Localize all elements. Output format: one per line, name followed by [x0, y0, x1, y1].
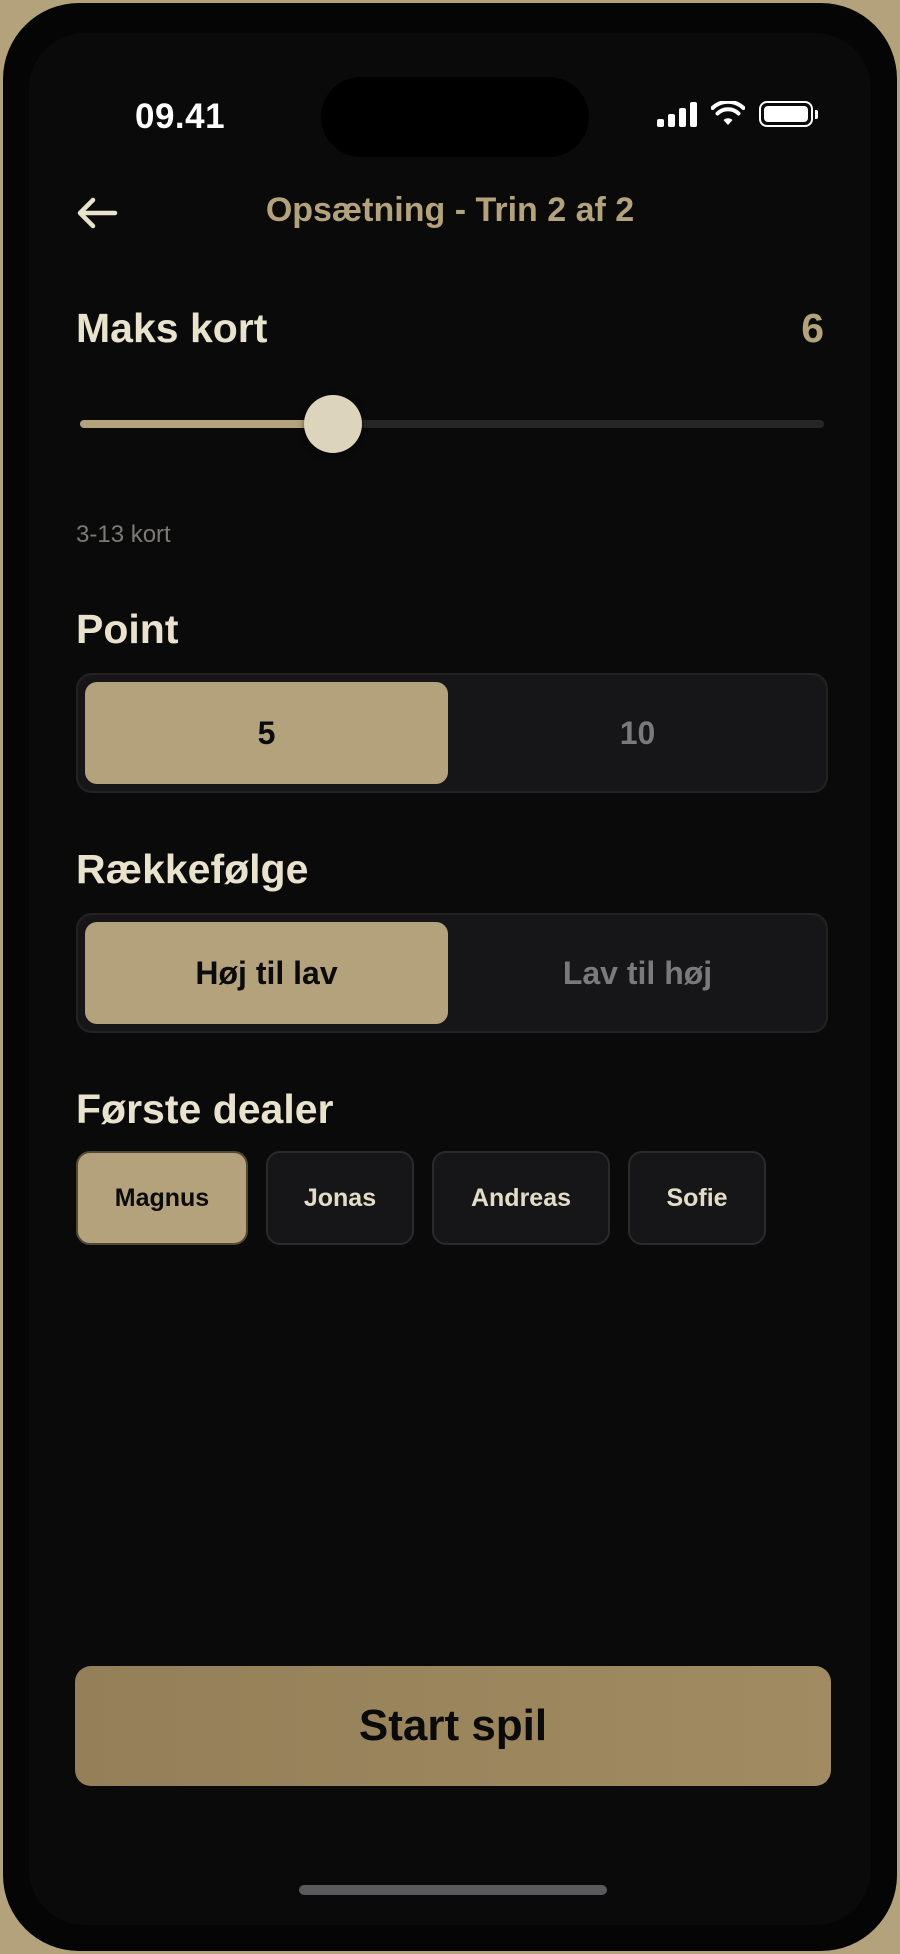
max-cards-range-hint: 3-13 kort: [76, 521, 171, 548]
app-screen: 09.41 Opsætning - Trin 2 af 2 Maks kort …: [29, 33, 871, 1925]
order-option-high-to-low[interactable]: Høj til lav: [85, 922, 448, 1024]
dealer-chip-sofie[interactable]: Sofie: [628, 1151, 766, 1245]
dealer-chip-jonas[interactable]: Jonas: [266, 1151, 414, 1245]
home-indicator: [299, 1885, 607, 1895]
order-segmented-control: Høj til lav Lav til høj: [76, 913, 828, 1033]
order-option-low-to-high[interactable]: Lav til høj: [456, 922, 819, 1024]
max-cards-slider[interactable]: [80, 395, 824, 453]
slider-thumb[interactable]: [303, 395, 362, 453]
phone-bezel: 09.41 Opsætning - Trin 2 af 2 Maks kort …: [3, 3, 897, 1951]
points-segmented-control: 5 10: [76, 673, 828, 793]
status-time: 09.41: [135, 97, 226, 136]
max-cards-value: 6: [801, 305, 824, 351]
phone-frame: 09.41 Opsætning - Trin 2 af 2 Maks kort …: [0, 0, 900, 1954]
points-label: Point: [76, 606, 179, 652]
order-label: Rækkefølge: [76, 846, 309, 892]
battery-icon: [759, 101, 818, 127]
start-game-button[interactable]: Start spil: [75, 1666, 831, 1786]
dynamic-island: [321, 77, 589, 157]
points-option-5[interactable]: 5: [85, 682, 448, 784]
dealer-chip-andreas[interactable]: Andreas: [432, 1151, 610, 1245]
cellular-signal-icon: [657, 101, 697, 127]
max-cards-label: Maks kort: [76, 305, 268, 351]
first-dealer-label: Første dealer: [76, 1086, 334, 1132]
dealer-chip-magnus[interactable]: Magnus: [76, 1151, 248, 1245]
page-title: Opsætning - Trin 2 af 2: [265, 191, 635, 229]
points-option-10[interactable]: 10: [456, 682, 819, 784]
status-icons: [657, 101, 818, 127]
dealer-chip-group: Magnus Jonas Andreas Sofie: [76, 1151, 766, 1245]
slider-fill: [80, 420, 333, 428]
wifi-icon: [711, 101, 745, 125]
